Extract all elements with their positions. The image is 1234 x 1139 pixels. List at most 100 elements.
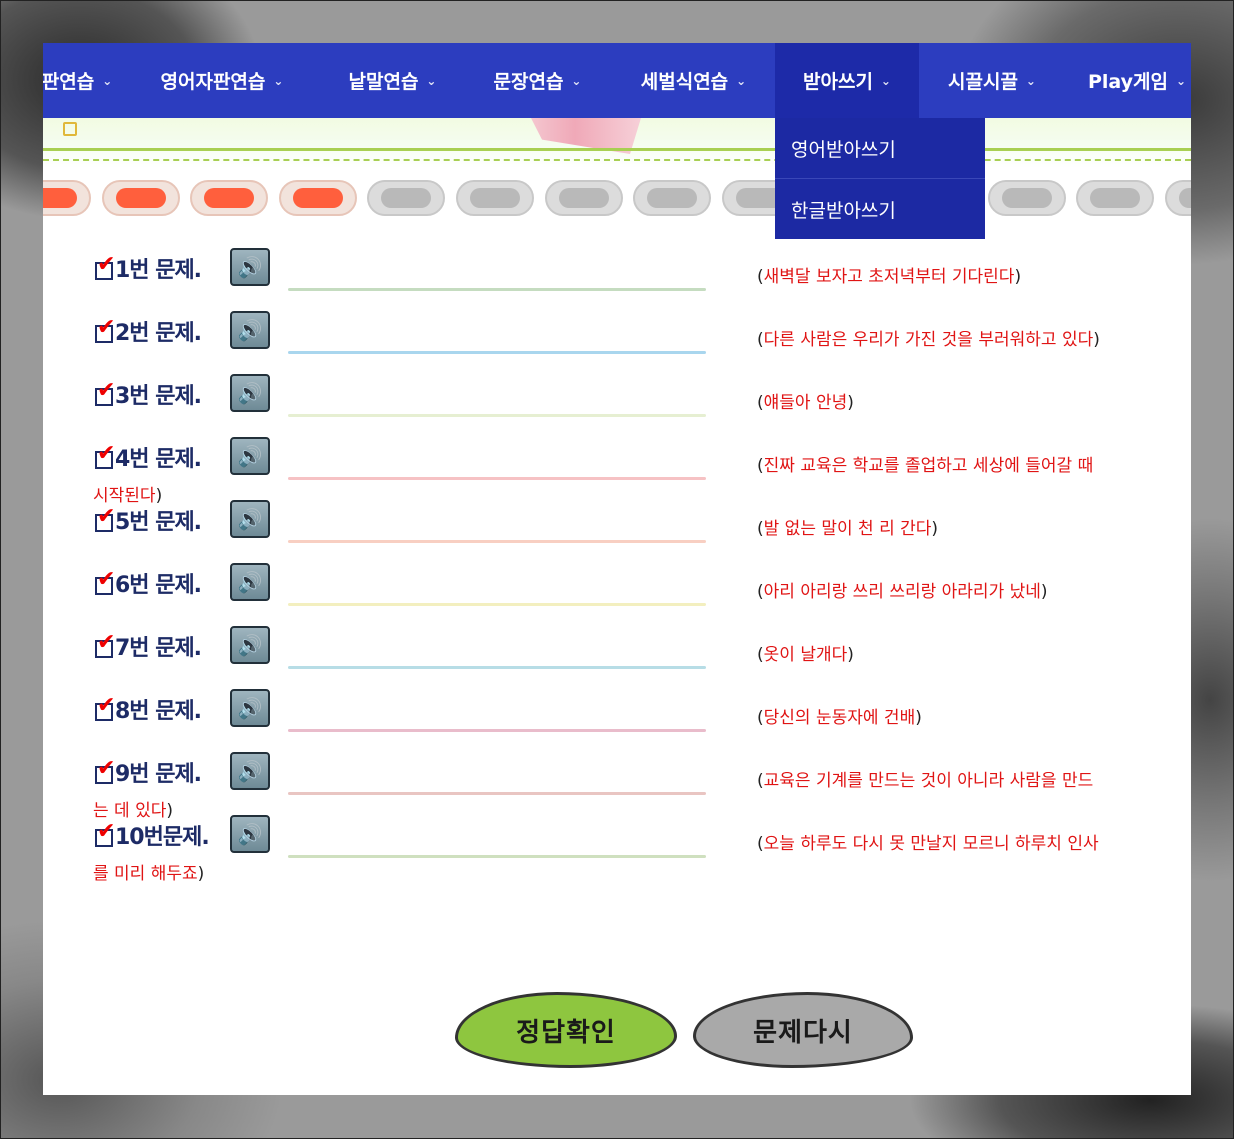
nav-item-english-keyboard[interactable]: 영어자판연습 ⌄ [147,43,297,118]
speaker-icon: 🔊 [237,822,263,846]
hint-sentence: 아리 아리랑 쓰리 쓰리랑 아라리가 났네 [763,582,1041,602]
paren: ( [757,456,764,476]
speaker-icon: 🔊 [237,696,263,720]
question-number: 5번 문제. [115,510,202,535]
checkbox-icon [95,380,114,406]
paren: ( [757,834,764,854]
question-label: 4번 문제. [95,437,202,477]
nav-label: 시끌시끌 [948,71,1018,93]
speaker-icon: 🔊 [237,255,263,279]
nav-label: 문장연습 [493,71,564,93]
chevron-down-icon: ⌄ [736,73,747,88]
hint-text: (당신의 눈동자에 건배) [757,703,922,728]
answer-input-line[interactable] [288,477,706,480]
speaker-button[interactable]: 🔊 [230,311,270,349]
paren: ) [197,864,205,884]
checkbox-icon [95,821,114,847]
paren: ( [757,330,764,350]
nav-item-play-game[interactable]: Play게임 ⌄ [1073,43,1191,118]
checkbox-icon [95,254,114,280]
answer-input-line[interactable] [288,855,706,858]
speaker-button[interactable]: 🔊 [230,752,270,790]
nav-item-dictation[interactable]: 받아쓰기 ⌄ [775,43,919,118]
paren: ( [757,645,764,665]
answer-input-line[interactable] [288,540,706,543]
checkbox-icon [95,317,114,343]
paren: ( [757,267,764,287]
speaker-button[interactable]: 🔊 [230,374,270,412]
question-label: 7번 문제. [95,626,202,666]
chevron-down-icon: ⌄ [273,73,284,88]
nav-item-noisy[interactable]: 시끌시끌 ⌄ [929,43,1055,118]
checkbox-icon [95,758,114,784]
chevron-down-icon: ⌄ [1025,73,1036,88]
nav-label: 세벌식연습 [640,71,729,93]
answer-input-line[interactable] [288,351,706,354]
paren: ) [1093,330,1100,350]
answer-input-line[interactable] [288,288,706,291]
nav-item-word-practice[interactable]: 낱말연습 ⌄ [330,43,455,118]
progress-indicator [43,178,1191,222]
progress-pill-done [190,180,269,216]
speaker-icon: 🔊 [237,381,263,405]
speaker-button[interactable]: 🔊 [230,626,270,664]
question-label: 5번 문제. [95,500,202,540]
check-answer-label: 정답확인 [516,1017,616,1048]
progress-pill-pending [633,180,712,216]
dictation-dropdown: 영어받아쓰기 한글받아쓰기 [775,118,985,239]
retry-label: 문제다시 [753,1017,853,1048]
speaker-icon: 🔊 [237,633,263,657]
nav-item-keyboard-practice[interactable]: 판연습 ⌄ [43,43,117,118]
speaker-button[interactable]: 🔊 [230,500,270,538]
chevron-down-icon: ⌄ [880,73,891,88]
progress-pill-pending [987,180,1066,216]
paren: ) [915,708,922,728]
paren: ( [757,393,764,413]
chevron-down-icon: ⌄ [102,73,113,88]
answer-input-line[interactable] [288,603,706,606]
question-number: 4번 문제. [115,447,202,472]
progress-pill-pending [1164,180,1191,216]
speaker-icon: 🔊 [237,507,263,531]
speaker-button[interactable]: 🔊 [230,248,270,286]
progress-pill-pending [1076,180,1155,216]
chevron-down-icon: ⌄ [426,73,437,88]
dropdown-item-english-dictation[interactable]: 영어받아쓰기 [775,118,985,178]
question-label: 6번 문제. [95,563,202,603]
speaker-button[interactable]: 🔊 [230,815,270,853]
question-number: 3번 문제. [115,384,202,409]
progress-pill-pending [544,180,623,216]
decoration [63,122,77,136]
answer-input-line[interactable] [288,792,706,795]
speaker-icon: 🔊 [237,318,263,342]
dashed-divider [43,159,1191,161]
dropdown-item-korean-dictation[interactable]: 한글받아쓰기 [775,179,985,239]
paren: ) [1040,582,1048,602]
hint-text: (오늘 하루도 다시 못 만날지 모르니 하루치 인사 [757,829,1099,854]
hint-sentence: 발 없는 말이 천 리 간다 [763,519,932,539]
hint-text-wrap: 를 미리 해두죠) [93,859,204,884]
checkbox-icon [95,695,114,721]
check-answer-button[interactable]: 정답확인 [455,992,677,1068]
paren: ( [757,519,764,539]
answer-input-line[interactable] [288,666,706,669]
paren: ) [1014,267,1022,287]
progress-pill-pending [456,180,534,216]
nav-item-sentence-practice[interactable]: 문장연습 ⌄ [475,43,600,118]
question-number: 8번 문제. [115,699,202,724]
answer-input-line[interactable] [288,414,706,417]
nav-label: 영어자판연습 [160,71,266,93]
question-number: 7번 문제. [115,636,202,661]
retry-button[interactable]: 문제다시 [693,992,913,1068]
hint-text: (옷이 날개다) [757,640,854,665]
checkbox-icon [95,632,114,658]
speaker-button[interactable]: 🔊 [230,437,270,475]
answer-input-line[interactable] [288,729,706,732]
speaker-button[interactable]: 🔊 [230,563,270,601]
hint-sentence: 오늘 하루도 다시 못 만날지 모르니 하루치 인사 [763,834,1099,854]
nav-label: Play게임 [1087,71,1168,93]
speaker-button[interactable]: 🔊 [230,689,270,727]
nav-item-sebeolsik-practice[interactable]: 세벌식연습 ⌄ [621,43,766,118]
progress-pill-done [43,180,91,216]
nav-label: 낱말연습 [348,71,419,93]
